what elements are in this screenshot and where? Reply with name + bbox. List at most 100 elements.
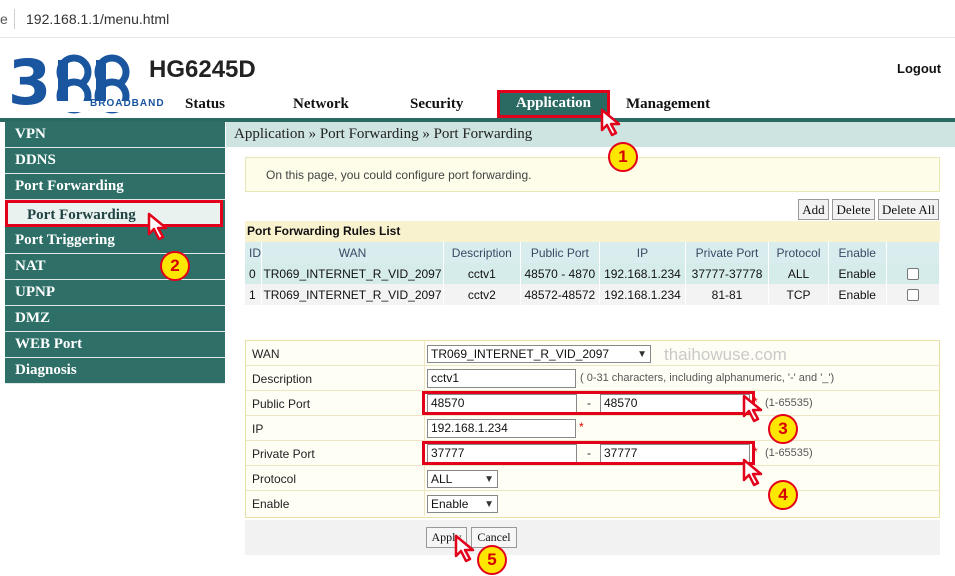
description-input[interactable]: cctv1 [427, 369, 576, 388]
row-divider [424, 466, 425, 491]
cell-wan: TR069_INTERNET_R_VID_2097 [261, 284, 444, 305]
3bb-logo: 3 BROADBAND [8, 46, 164, 119]
enable-label: Enable [252, 497, 290, 511]
callout-2: 2 [160, 251, 190, 281]
nav-network[interactable]: Network [293, 96, 349, 113]
row-checkbox[interactable] [906, 289, 919, 302]
form-row-enable: Enable Enable ▼ [246, 491, 939, 516]
delete-all-button[interactable]: Delete All [878, 199, 939, 220]
enable-select-value: Enable [431, 497, 469, 511]
logout-link[interactable]: Logout [897, 61, 941, 76]
nav-security[interactable]: Security [410, 96, 463, 113]
col-public-port: Public Port [520, 242, 601, 263]
sidebar-item-web-port[interactable]: WEB Port [5, 332, 225, 358]
enable-select[interactable]: Enable ▼ [427, 495, 498, 513]
cursor-arrow-icon [742, 458, 763, 487]
cell-public-port: 48572-48572 [520, 284, 601, 305]
rules-table: ID WAN Description Public Port IP Privat… [245, 242, 941, 305]
form-row-ip: IP 192.168.1.234 * [246, 416, 939, 441]
cell-private-port: 37777-37778 [685, 263, 770, 284]
col-private-port: Private Port [685, 242, 770, 263]
cell-id: 1 [245, 284, 262, 305]
cell-description: cctv2 [443, 284, 521, 305]
table-row[interactable]: 1 TR069_INTERNET_R_VID_2097 cctv2 48572-… [245, 284, 941, 305]
public-port-label: Public Port [252, 397, 311, 411]
sidebar-item-dmz[interactable]: DMZ [5, 306, 225, 332]
browser-address-bar[interactable]: e 192.168.1.1/menu.html [0, 0, 955, 38]
form-row-protocol: Protocol ALL ▼ [246, 466, 939, 491]
watermark: thaihowuse.com [664, 345, 787, 364]
ip-input[interactable]: 192.168.1.234 [427, 419, 576, 438]
cell-protocol: ALL [768, 263, 829, 284]
rules-list-title: Port Forwarding Rules List [245, 221, 940, 242]
col-description: Description [443, 242, 521, 263]
wan-select-value: TR069_INTERNET_R_VID_2097 [431, 347, 610, 361]
private-port-hint: (1-65535) [765, 447, 813, 459]
sidebar-item-upnp[interactable]: UPNP [5, 280, 225, 306]
nav-management[interactable]: Management [626, 96, 710, 113]
sidebar: VPN DDNS Port Forwarding Port Forwarding… [5, 122, 225, 384]
cell-ip: 192.168.1.234 [599, 284, 686, 305]
callout-3: 3 [768, 414, 798, 444]
nav-status[interactable]: Status [185, 96, 225, 113]
col-protocol: Protocol [768, 242, 829, 263]
cell-private-port: 81-81 [685, 284, 770, 305]
col-id: ID [245, 242, 262, 263]
cell-wan: TR069_INTERNET_R_VID_2097 [261, 263, 444, 284]
cursor-arrow-icon [454, 534, 475, 563]
public-port-hint: (1-65535) [765, 397, 813, 409]
svg-text:3: 3 [8, 52, 51, 114]
col-enable: Enable [828, 242, 887, 263]
address-url[interactable]: 192.168.1.1/menu.html [26, 11, 169, 27]
delete-button[interactable]: Delete [832, 199, 875, 220]
row-divider [424, 491, 425, 516]
protocol-select-value: ALL [431, 472, 453, 486]
add-button[interactable]: Add [798, 199, 829, 220]
required-mark: * [579, 420, 584, 434]
form-row-public-port: Public Port 48570 - 48570 * (1-65535) [246, 391, 939, 416]
form-row-private-port: Private Port 37777 - 37777 * (1-65535) [246, 441, 939, 466]
chevron-down-icon: ▼ [637, 349, 647, 360]
sidebar-item-port-triggering[interactable]: Port Triggering [5, 228, 225, 254]
sidebar-item-port-forwarding[interactable]: Port Forwarding [5, 174, 225, 200]
cell-ip: 192.168.1.234 [599, 263, 686, 284]
table-row[interactable]: 0 TR069_INTERNET_R_VID_2097 cctv1 48570 … [245, 263, 941, 284]
col-select [886, 242, 941, 263]
port-forwarding-form: WAN TR069_INTERNET_R_VID_2097 ▼ Descript… [245, 340, 940, 518]
callout-1: 1 [608, 142, 638, 172]
chevron-down-icon: ▼ [484, 474, 494, 485]
public-port-highlight [422, 391, 755, 415]
cursor-arrow-icon [147, 212, 168, 241]
wan-label: WAN [252, 347, 280, 361]
sidebar-item-diagnosis[interactable]: Diagnosis [5, 358, 225, 384]
sidebar-item-vpn[interactable]: VPN [5, 122, 225, 148]
cell-description: cctv1 [443, 263, 521, 284]
sidebar-item-ddns[interactable]: DDNS [5, 148, 225, 174]
address-separator [14, 9, 15, 29]
cell-select [886, 263, 941, 284]
cell-id: 0 [245, 263, 262, 284]
sidebar-subitem-port-forwarding[interactable]: Port Forwarding [5, 200, 223, 227]
cursor-arrow-icon [600, 108, 621, 137]
cursor-arrow-icon [742, 394, 763, 423]
cell-public-port: 48570 - 4870 [520, 263, 601, 284]
wan-select[interactable]: TR069_INTERNET_R_VID_2097 ▼ [427, 345, 651, 363]
cell-protocol: TCP [768, 284, 829, 305]
chevron-down-icon: ▼ [484, 499, 494, 510]
description-hint: ( 0-31 characters, including alphanumeri… [580, 372, 835, 384]
protocol-select[interactable]: ALL ▼ [427, 470, 498, 488]
address-prefix: e [0, 11, 8, 27]
breadcrumb: Application » Port Forwarding » Port For… [226, 122, 955, 147]
sidebar-item-nat[interactable]: NAT [5, 254, 225, 280]
form-row-wan: WAN TR069_INTERNET_R_VID_2097 ▼ [246, 341, 939, 366]
protocol-label: Protocol [252, 472, 297, 486]
row-checkbox[interactable] [906, 268, 919, 281]
description-label: Description [252, 372, 313, 386]
nav-application[interactable]: Application [497, 90, 611, 118]
row-divider [424, 341, 425, 366]
device-model: HG6245D [149, 56, 256, 83]
info-message: On this page, you could configure port f… [245, 157, 940, 192]
logo-sub-text: BROADBAND [90, 98, 165, 109]
form-row-description: Description cctv1 ( 0-31 characters, inc… [246, 366, 939, 391]
cell-select [886, 284, 941, 305]
